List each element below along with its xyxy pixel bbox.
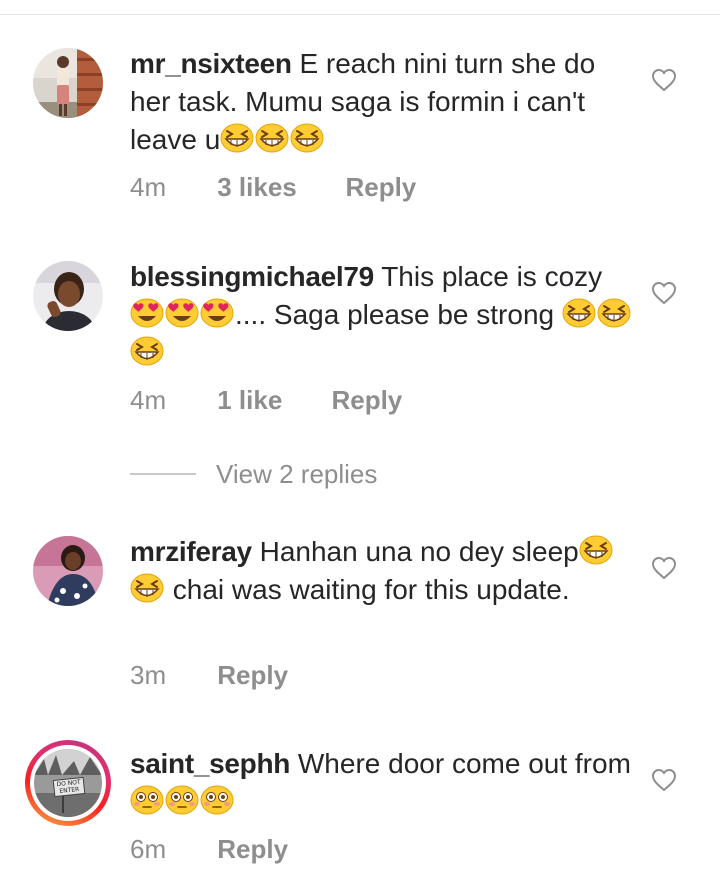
heart-icon[interactable] [651,556,677,580]
view-replies-label: View 2 replies [216,458,378,489]
flushed-face-icon [165,785,199,815]
comment-username[interactable]: saint_sephh [130,748,290,779]
comment-meta: 6m Reply [130,834,288,865]
comment-body: Hanhan una no dey sleep [259,536,579,567]
comment-time: 3m [130,660,167,690]
reply-button[interactable]: Reply [331,385,402,416]
flushed-face-icon [200,785,234,815]
grinning-squinting-face-icon [579,535,613,565]
heart-icon[interactable] [651,281,677,305]
grinning-squinting-face-icon [597,298,631,328]
flushed-face-icon [130,785,164,815]
grinning-squinting-face-icon [220,123,254,153]
comment-likes[interactable]: 1 like [217,385,324,416]
comment-time: 4m [130,385,167,415]
reply-button[interactable]: Reply [345,172,416,203]
comment-likes[interactable]: 3 likes [217,172,338,203]
comment-time: 6m [130,834,167,864]
comment-meta: 4m 3 likes Reply [130,172,416,203]
grinning-squinting-face-icon [290,123,324,153]
grinning-squinting-face-icon [130,573,164,603]
avatar[interactable] [33,261,103,331]
smiling-face-with-heart-eyes-icon [130,298,164,328]
comment-username[interactable]: mr_nsixteen [130,48,292,79]
comment-username[interactable]: blessingmichael79 [130,261,374,292]
avatar-photo: DO NOT ENTER [34,749,102,817]
comment-username[interactable]: mrziferay [130,536,252,567]
grinning-squinting-face-icon [130,336,164,366]
comment-text: mr_nsixteen E reach nini turn she do her… [130,45,640,159]
comment-body-cont: .... Saga please be strong [235,299,562,330]
replies-divider [130,473,196,475]
comment-body: Where door come out from [297,748,631,779]
top-divider [0,14,720,15]
smiling-face-with-heart-eyes-icon [165,298,199,328]
comment-body: This place is cozy [381,261,603,292]
avatar-photo [33,261,103,331]
comment-text: blessingmichael79 This place is cozy ...… [130,258,640,372]
avatar-story-ring[interactable]: DO NOT ENTER [25,740,111,826]
comment-time: 4m [130,172,167,202]
comment-meta: 4m 1 like Reply [130,385,402,416]
smiling-face-with-heart-eyes-icon [200,298,234,328]
avatar-photo [33,536,103,606]
avatar[interactable] [33,48,103,118]
avatar-photo [33,48,103,118]
grinning-squinting-face-icon [562,298,596,328]
reply-button[interactable]: Reply [217,660,288,691]
reply-button[interactable]: Reply [217,834,288,865]
avatar[interactable] [33,536,103,606]
comment-body-cont: chai was waiting for this update. [165,574,570,605]
comment-text: saint_sephh Where door come out from [130,745,640,821]
heart-icon[interactable] [651,768,677,792]
heart-icon[interactable] [651,68,677,92]
comment-meta: 3m Reply [130,660,288,691]
grinning-squinting-face-icon [255,123,289,153]
view-replies-button[interactable]: View 2 replies [130,458,377,490]
comment-text: mrziferay Hanhan una no dey sleep chai w… [130,533,640,609]
